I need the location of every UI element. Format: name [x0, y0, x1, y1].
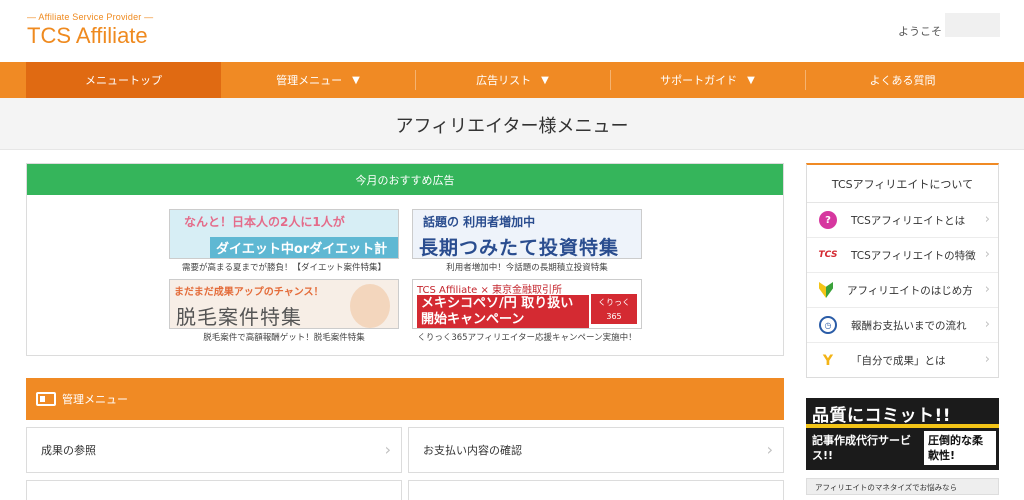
banner-line2: 脱毛案件特集	[176, 305, 302, 329]
banner-line1: まだまだ成果アップのチャンス！	[174, 287, 324, 298]
logo-brand: TCS Affiliate	[27, 23, 148, 48]
nav-menu-top[interactable]: メニュートップ	[26, 62, 221, 98]
banner-subline: 記事作成代行サービス!!	[812, 434, 911, 462]
ad-banner-hair-removal[interactable]: まだまだ成果アップのチャンス！ 脱毛案件特集	[169, 279, 399, 329]
banner-line1: なんと！日本人の2人に1人が	[184, 215, 345, 229]
nav-label: メニュートップ	[85, 74, 162, 87]
trophy-icon: Y	[822, 352, 834, 369]
menu-results-reference[interactable]: 成果の参照 ›	[26, 427, 402, 473]
clock-icon: ◷	[819, 316, 837, 334]
banner-line2: 長期つみたて投資特集	[419, 237, 620, 259]
welcome-text: ようこそ	[898, 25, 942, 38]
banner-line1: 話題の 利用者増加中	[423, 215, 536, 229]
sidebar-item-label: TCSアフィリエイトとは	[851, 214, 966, 227]
beginner-mark-icon	[819, 282, 833, 298]
page-title-bar: アフィリエイター様メニュー	[0, 98, 1024, 150]
sidebar-item-label: 「自分で成果」とは	[851, 355, 946, 367]
nav-faq[interactable]: よくある質問	[805, 62, 1000, 98]
ad-card-click365: TCS Affiliate × 東京金融取引所 メキシコペソ/円 取り扱い開始キ…	[412, 279, 642, 343]
logo-tagline: — Affiliate Service Provider —	[27, 12, 154, 22]
nav-label: 広告リスト	[476, 74, 532, 87]
banner-line2: メキシコペソ/円 取り扱い開始キャンペーン	[417, 295, 589, 328]
chevron-right-icon: ›	[984, 317, 990, 332]
ad-card-investment: 話題の 利用者増加中 長期つみたて投資特集 利用者増加中！今話題の長期積立投資特…	[412, 209, 642, 273]
sidebar-about: TCSアフィリエイトについて ? TCSアフィリエイトとは › TCS TCSア…	[806, 163, 999, 378]
ad-caption: 需要が高まる夏までが勝負！【ダイエット案件特集】	[182, 263, 386, 273]
menu-payment-confirmation[interactable]: お支払い内容の確認 ›	[408, 427, 784, 473]
nav-management-menu[interactable]: 管理メニュー ▼	[221, 62, 415, 98]
caret-down-icon: ▼	[541, 74, 549, 86]
sidebar-item-label: TCSアフィリエイトの特徴	[851, 249, 976, 262]
menu-card-label: 成果の参照	[41, 444, 96, 457]
ad-caption: 脱毛案件で高額報酬ゲット！脱毛案件特集	[203, 333, 365, 343]
main-nav: メニュートップ 管理メニュー ▼ 広告リスト ▼ サポートガイド ▼ よくある質…	[0, 62, 1024, 98]
sidebar-item-label: アフィリエイトのはじめ方	[847, 284, 973, 297]
chevron-right-icon: ›	[984, 247, 990, 262]
ad-caption: くりっく365アフィリエイター応援キャンペーン実施中！	[417, 333, 637, 343]
site-header: — Affiliate Service Provider — TCS Affil…	[0, 0, 1024, 62]
chevron-right-icon: ›	[984, 282, 990, 297]
management-menu-title: 管理メニュー	[62, 393, 128, 406]
site-logo[interactable]: — Affiliate Service Provider — TCS Affil…	[27, 12, 167, 52]
recommended-ads-heading: 今月のおすすめ広告	[27, 164, 783, 195]
ad-card-diet: なんと！日本人の2人に1人が ダイエット中orダイエット計画中 需要が高まる夏ま…	[169, 209, 399, 273]
click365-logo: くりっく365	[591, 294, 637, 324]
page-title: アフィリエイター様メニュー	[395, 116, 629, 137]
banner-flexibility-box: 圧倒的な柔軟性!	[924, 431, 996, 465]
ad-caption: 利用者増加中！今話題の長期積立投資特集	[446, 263, 608, 273]
menu-card-next[interactable]	[26, 480, 402, 500]
nav-support-guide[interactable]: サポートガイド ▼	[610, 62, 805, 98]
ad-card-hair-removal: まだまだ成果アップのチャンス！ 脱毛案件特集 脱毛案件で高額報酬ゲット！脱毛案件…	[169, 279, 399, 343]
monetize-banner[interactable]: アフィリエイトのマネタイズでお悩みなら	[806, 478, 999, 495]
chevron-right-icon: ›	[984, 212, 990, 227]
sidebar-item-features[interactable]: TCS TCSアフィリエイトの特徴 ›	[807, 238, 998, 273]
id-card-icon	[36, 392, 56, 406]
sidebar-item-self-results[interactable]: Y 「自分で成果」とは ›	[807, 343, 998, 378]
management-menu-heading: 管理メニュー	[26, 378, 784, 420]
sidebar-item-getting-started[interactable]: アフィリエイトのはじめ方 ›	[807, 273, 998, 308]
banner-line2: ダイエット中orダイエット計画中	[210, 237, 398, 258]
nav-ad-list[interactable]: 広告リスト ▼	[415, 62, 610, 98]
recommended-ads-panel: 今月のおすすめ広告 なんと！日本人の2人に1人が ダイエット中orダイエット計画…	[26, 163, 784, 356]
chevron-right-icon: ›	[984, 352, 990, 367]
username-placeholder	[945, 13, 1000, 37]
chevron-right-icon: ›	[766, 440, 773, 459]
nav-label: よくある質問	[869, 74, 936, 87]
nav-label: サポートガイド	[660, 74, 738, 87]
tcs-logo-icon: TCS	[818, 250, 838, 260]
banner-line1: TCS Affiliate × 東京金融取引所	[417, 285, 563, 296]
article-writing-banner[interactable]: 品質にコミット!! 記事作成代行サービス!! 圧倒的な柔軟性!	[806, 398, 999, 470]
menu-card-label: お支払い内容の確認	[423, 444, 522, 457]
menu-card-next[interactable]	[408, 480, 784, 500]
sidebar-item-label: 報酬お支払いまでの流れ	[851, 319, 967, 332]
banner-headline: 品質にコミット!!	[812, 406, 952, 426]
question-icon: ?	[819, 211, 837, 229]
ad-banner-investment[interactable]: 話題の 利用者増加中 長期つみたて投資特集	[412, 209, 642, 259]
ad-banner-click365[interactable]: TCS Affiliate × 東京金融取引所 メキシコペソ/円 取り扱い開始キ…	[412, 279, 642, 329]
sidebar-item-payment-flow[interactable]: ◷ 報酬お支払いまでの流れ ›	[807, 308, 998, 343]
sidebar-item-what-is-tcs[interactable]: ? TCSアフィリエイトとは ›	[807, 203, 998, 238]
chevron-right-icon: ›	[384, 440, 391, 459]
ad-banner-diet[interactable]: なんと！日本人の2人に1人が ダイエット中orダイエット計画中	[169, 209, 399, 259]
nav-label: 管理メニュー	[276, 74, 343, 87]
model-photo	[350, 284, 390, 328]
sidebar-heading: TCSアフィリエイトについて	[807, 165, 998, 203]
banner-underline	[806, 424, 999, 428]
caret-down-icon: ▼	[352, 74, 360, 86]
caret-down-icon: ▼	[747, 74, 755, 86]
